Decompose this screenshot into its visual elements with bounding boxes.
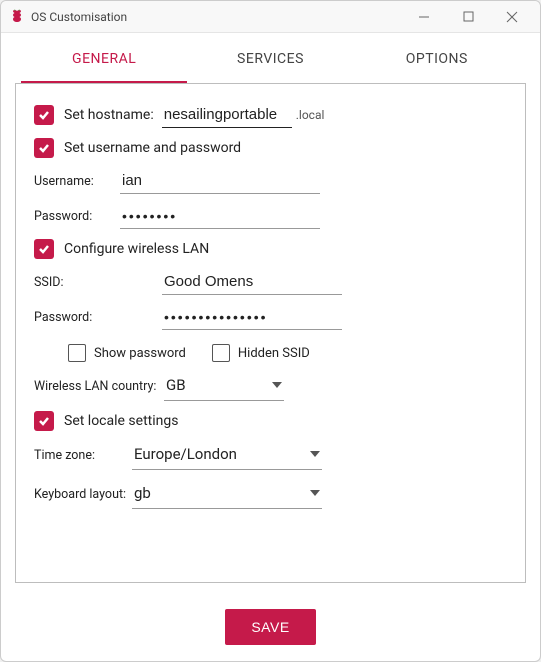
- minimize-button[interactable]: [404, 3, 444, 31]
- ssid-label: SSID:: [34, 275, 120, 290]
- locale-row: Set locale settings: [34, 411, 507, 431]
- app-window: OS Customisation GENERAL SERVICES OPTION…: [0, 0, 541, 662]
- chevron-down-icon: [272, 382, 282, 388]
- show-password-item: Show password: [68, 344, 186, 362]
- timezone-label: Time zone:: [34, 448, 132, 463]
- wifi-password-input[interactable]: [162, 305, 342, 330]
- keyboard-value: gb: [134, 484, 151, 502]
- username-input[interactable]: [120, 168, 320, 194]
- timezone-row: Time zone: Europe/London: [34, 441, 507, 470]
- userpass-checkbox[interactable]: [34, 138, 54, 158]
- username-label: Username:: [34, 174, 120, 189]
- chevron-down-icon: [310, 490, 320, 496]
- window-title: OS Customisation: [31, 10, 404, 24]
- hostname-label: Set hostname:: [64, 107, 154, 123]
- wifi-row: Configure wireless LAN: [34, 239, 507, 259]
- hostname-checkbox[interactable]: [34, 105, 54, 125]
- password-row: Password:: [34, 204, 507, 229]
- maximize-icon: [463, 11, 474, 22]
- hidden-ssid-label: Hidden SSID: [238, 346, 310, 361]
- keyboard-label: Keyboard layout:: [34, 487, 132, 502]
- hostname-suffix: .local: [296, 108, 325, 122]
- app-icon: [9, 9, 25, 25]
- check-icon: [38, 243, 50, 255]
- tab-options[interactable]: OPTIONS: [354, 51, 520, 83]
- userpass-row: Set username and password: [34, 138, 507, 158]
- tab-general[interactable]: GENERAL: [21, 51, 187, 83]
- save-button[interactable]: SAVE: [225, 609, 315, 645]
- wifi-options-row: Show password Hidden SSID: [68, 344, 507, 362]
- check-icon: [38, 415, 50, 427]
- wifi-country-value: GB: [166, 376, 186, 394]
- hidden-ssid-item: Hidden SSID: [212, 344, 310, 362]
- locale-label: Set locale settings: [64, 413, 178, 429]
- tab-bar: GENERAL SERVICES OPTIONS: [1, 33, 540, 83]
- ssid-input[interactable]: [162, 269, 342, 295]
- close-button[interactable]: [492, 3, 532, 31]
- wifi-password-label: Password:: [34, 310, 120, 325]
- timezone-select[interactable]: Europe/London: [132, 441, 322, 470]
- content-panel: Set hostname: .local Set username and pa…: [15, 83, 526, 583]
- wifi-country-row: Wireless LAN country: GB: [34, 372, 507, 401]
- wifi-country-label: Wireless LAN country:: [34, 379, 164, 394]
- hidden-ssid-checkbox[interactable]: [212, 344, 230, 362]
- ssid-row: SSID:: [34, 269, 507, 295]
- password-label: Password:: [34, 209, 120, 224]
- locale-checkbox[interactable]: [34, 411, 54, 431]
- show-password-checkbox[interactable]: [68, 344, 86, 362]
- window-controls: [404, 3, 532, 31]
- wifi-country-select[interactable]: GB: [164, 372, 284, 401]
- hostname-input[interactable]: [162, 102, 292, 128]
- userpass-label: Set username and password: [64, 140, 241, 156]
- titlebar: OS Customisation: [1, 1, 540, 33]
- check-icon: [38, 142, 50, 154]
- check-icon: [38, 109, 50, 121]
- wifi-checkbox[interactable]: [34, 239, 54, 259]
- close-icon: [506, 11, 518, 23]
- keyboard-select[interactable]: gb: [132, 480, 322, 509]
- password-input[interactable]: [120, 204, 320, 229]
- wifi-password-row: Password:: [34, 305, 507, 330]
- timezone-value: Europe/London: [134, 445, 237, 463]
- footer: SAVE: [1, 597, 540, 661]
- minimize-icon: [418, 11, 430, 23]
- tab-services[interactable]: SERVICES: [187, 51, 353, 83]
- maximize-button[interactable]: [448, 3, 488, 31]
- show-password-label: Show password: [94, 346, 186, 361]
- keyboard-row: Keyboard layout: gb: [34, 480, 507, 509]
- wifi-label: Configure wireless LAN: [64, 241, 209, 257]
- username-row: Username:: [34, 168, 507, 194]
- chevron-down-icon: [310, 451, 320, 457]
- hostname-row: Set hostname: .local: [34, 102, 507, 128]
